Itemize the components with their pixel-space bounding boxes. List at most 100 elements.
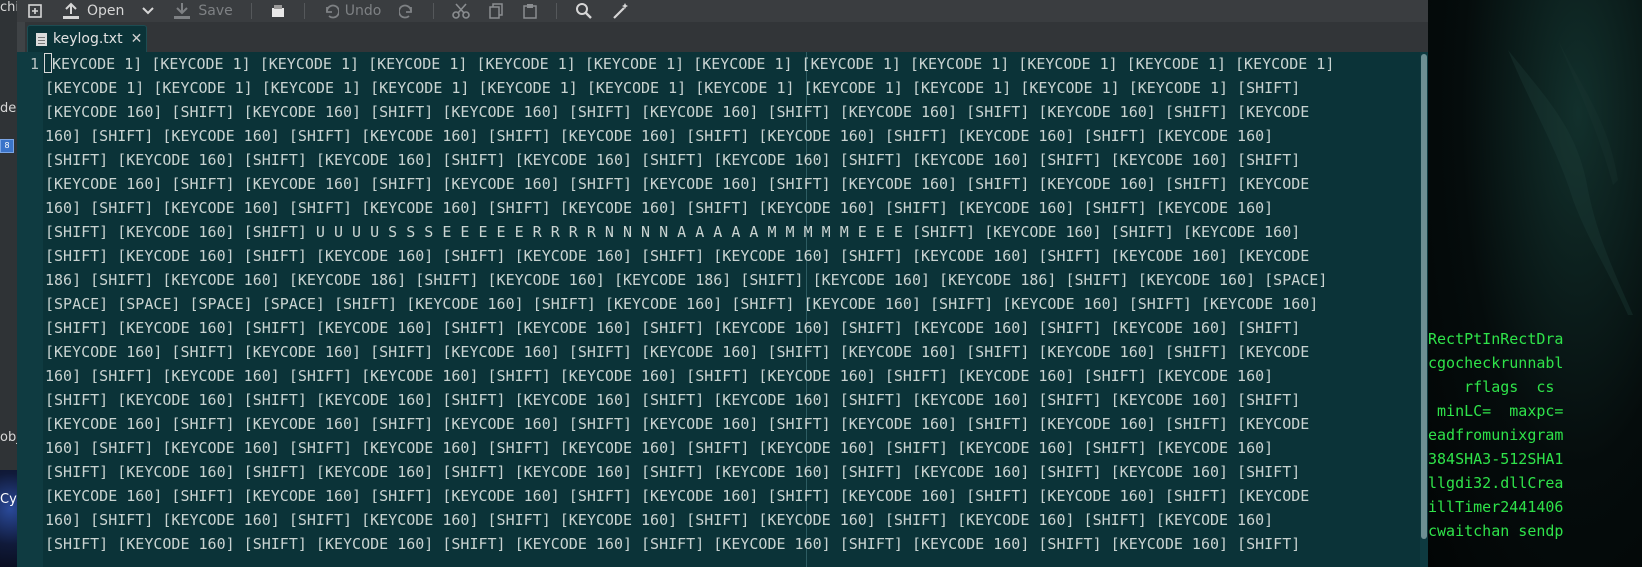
save-download-icon [174,3,191,19]
editor-line: [SHIFT] [KEYCODE 160] [SHIFT] [KEYCODE 1… [45,460,1415,484]
editor-line-text: 186] [SHIFT] [KEYCODE 160] [KEYCODE 186]… [45,271,1328,289]
text-editor[interactable]: 1 KEYCODE 1] [KEYCODE 1] [KEYCODE 1] [KE… [17,52,1428,567]
save-button-label: Save [198,3,233,19]
chevron-down-icon [142,7,155,15]
editor-line: 160] [SHIFT] [KEYCODE 160] [SHIFT] [KEYC… [45,124,1415,148]
text-cursor [44,53,52,73]
terminal-line: RectPtInRectDra [1428,330,1564,348]
editor-line-text: [KEYCODE 160] [SHIFT] [KEYCODE 160] [SHI… [45,175,1310,193]
tab-title: keylog.txt [53,31,123,47]
search-button[interactable] [575,2,593,20]
text-file-icon [36,32,47,46]
tab-keylog[interactable]: keylog.txt ✕ [27,25,147,52]
editor-line: [SHIFT] [KEYCODE 160] [SHIFT] [KEYCODE 1… [45,388,1415,412]
print-button[interactable] [270,3,286,19]
clipboard-icon [523,4,538,19]
editor-line: [KEYCODE 160] [SHIFT] [KEYCODE 160] [SHI… [45,484,1415,508]
editor-line-text: [SHIFT] [KEYCODE 160] [SHIFT] [KEYCODE 1… [45,151,1301,169]
toolbar-separator [250,3,252,19]
editor-line-text: [SHIFT] [KEYCODE 160] [SHIFT] [KEYCODE 1… [45,391,1301,409]
terminal-line: illTimer2441406 [1428,498,1564,516]
editor-line: [SHIFT] [KEYCODE 160] [SHIFT] U U U U S … [45,220,1415,244]
editor-line-text: [SHIFT] [KEYCODE 160] [SHIFT] [KEYCODE 1… [45,535,1301,553]
editor-line: [SHIFT] [KEYCODE 160] [SHIFT] [KEYCODE 1… [45,148,1415,172]
editor-line: [SHIFT] [KEYCODE 160] [SHIFT] [KEYCODE 1… [45,316,1415,340]
editor-line: [SPACE] [SPACE] [SPACE] [SPACE] [SHIFT] … [45,292,1415,316]
print-icon [271,5,284,17]
copy-button[interactable] [488,3,504,19]
desktop-wallpaper: RectPtInRectDra cgocheckrunnabl rflags cs… [1428,0,1642,567]
editor-line: [SHIFT] [KEYCODE 160] [SHIFT] [KEYCODE 1… [45,244,1415,268]
save-button[interactable]: Save [172,2,233,20]
tab-bar: keylog.txt ✕ [17,22,1428,53]
editor-line: 160] [SHIFT] [KEYCODE 160] [SHIFT] [KEYC… [45,364,1415,388]
new-button[interactable] [27,3,43,19]
magic-wand-icon [613,3,629,19]
background-window-strip: chi der 8 obj Cy [0,0,17,567]
strip-text-fragment: der [0,101,17,116]
editor-line-text: [SPACE] [SPACE] [SPACE] [SPACE] [SHIFT] … [45,295,1319,313]
tab-bar-side-handle[interactable] [17,22,25,52]
terminal-line: rflags cs [1428,378,1555,396]
editor-line-text: [KEYCODE 160] [SHIFT] [KEYCODE 160] [SHI… [45,415,1310,433]
cut-button[interactable] [452,3,471,19]
scissors-icon [452,3,471,19]
strip-text-fragment: chi [0,0,17,15]
editor-line: [KEYCODE 160] [SHIFT] [KEYCODE 160] [SHI… [45,412,1415,436]
terminal-line: eadfromunixgram [1428,426,1564,444]
editor-line-text: [SHIFT] [KEYCODE 160] [SHIFT] [KEYCODE 1… [45,319,1301,337]
toolbar-separator [433,3,435,19]
editor-line: 160] [SHIFT] [KEYCODE 160] [SHIFT] [KEYC… [45,508,1415,532]
editor-text-area[interactable]: KEYCODE 1] [KEYCODE 1] [KEYCODE 1] [KEYC… [44,52,1415,567]
paste-button[interactable] [522,3,538,19]
close-icon[interactable]: ✕ [131,31,143,47]
editor-line-text: [SHIFT] [KEYCODE 160] [SHIFT] [KEYCODE 1… [45,247,1310,265]
editor-line-text: [SHIFT] [KEYCODE 160] [SHIFT] U U U U S … [45,223,1301,241]
terminal-line: cwaitchan sendp [1428,522,1564,540]
editor-line: [KEYCODE 160] [SHIFT] [KEYCODE 160] [SHI… [45,172,1415,196]
wallpaper-bird-graphic [1508,40,1633,315]
undo-button[interactable]: Undo [323,3,382,19]
editor-line-text: [KEYCODE 160] [SHIFT] [KEYCODE 160] [SHI… [45,343,1310,361]
editor-line-text: [KEYCODE 160] [SHIFT] [KEYCODE 160] [SHI… [45,103,1310,121]
terminal-line: minLC= maxpc= [1428,402,1564,420]
open-button[interactable]: Open [61,2,124,20]
terminal-line: cgocheckrunnabl [1428,354,1564,372]
open-dropdown-button[interactable] [142,6,155,16]
strip-text-fragment: obj [0,430,17,445]
terminal-output: RectPtInRectDra cgocheckrunnabl rflags cs… [1428,327,1642,543]
editor-line: 160] [SHIFT] [KEYCODE 160] [SHIFT] [KEYC… [45,436,1415,460]
redo-button[interactable] [399,3,415,19]
search-icon [576,3,593,19]
editor-line-text: [KEYCODE 1] [KEYCODE 1] [KEYCODE 1] [KEY… [45,79,1301,97]
terminal-line: 384SHA3-512SHA1 [1428,450,1564,468]
editor-line-text: 160] [SHIFT] [KEYCODE 160] [SHIFT] [KEYC… [45,439,1274,457]
replace-button[interactable] [611,2,631,20]
undo-icon [325,4,339,19]
line-number-gutter: 1 [17,52,43,567]
strip-wallpaper [0,470,17,567]
copy-icon [489,3,504,19]
undo-button-label: Undo [344,3,382,19]
editor-line: [SHIFT] [KEYCODE 160] [SHIFT] [KEYCODE 1… [45,532,1415,556]
editor-line-text: [SHIFT] [KEYCODE 160] [SHIFT] [KEYCODE 1… [45,463,1301,481]
editor-line-text: 160] [SHIFT] [KEYCODE 160] [SHIFT] [KEYC… [45,127,1274,145]
redo-icon [399,4,413,19]
editor-line: 160] [SHIFT] [KEYCODE 160] [SHIFT] [KEYC… [45,196,1415,220]
editor-line-text: 160] [SHIFT] [KEYCODE 160] [SHIFT] [KEYC… [45,367,1274,385]
editor-line: [KEYCODE 160] [SHIFT] [KEYCODE 160] [SHI… [45,340,1415,364]
editor-line: KEYCODE 1] [KEYCODE 1] [KEYCODE 1] [KEYC… [44,52,1415,76]
editor-line: 186] [SHIFT] [KEYCODE 160] [KEYCODE 186]… [45,268,1415,292]
strip-text-fragment: Cy [0,492,17,507]
editor-line-text: 160] [SHIFT] [KEYCODE 160] [SHIFT] [KEYC… [45,511,1274,529]
editor-line: [KEYCODE 1] [KEYCODE 1] [KEYCODE 1] [KEY… [45,76,1415,100]
vertical-scrollbar[interactable] [1420,52,1428,567]
open-upload-icon [63,2,79,19]
toolbar-separator [303,3,305,19]
editor-line-text: KEYCODE 1] [KEYCODE 1] [KEYCODE 1] [KEYC… [52,55,1335,73]
open-button-label: Open [87,3,125,19]
scrollbar-thumb[interactable] [1421,54,1427,539]
editor-line: [KEYCODE 160] [SHIFT] [KEYCODE 160] [SHI… [45,100,1415,124]
toolbar: Open Save Undo [17,0,1428,23]
strip-blue-icon: 8 [0,139,14,153]
